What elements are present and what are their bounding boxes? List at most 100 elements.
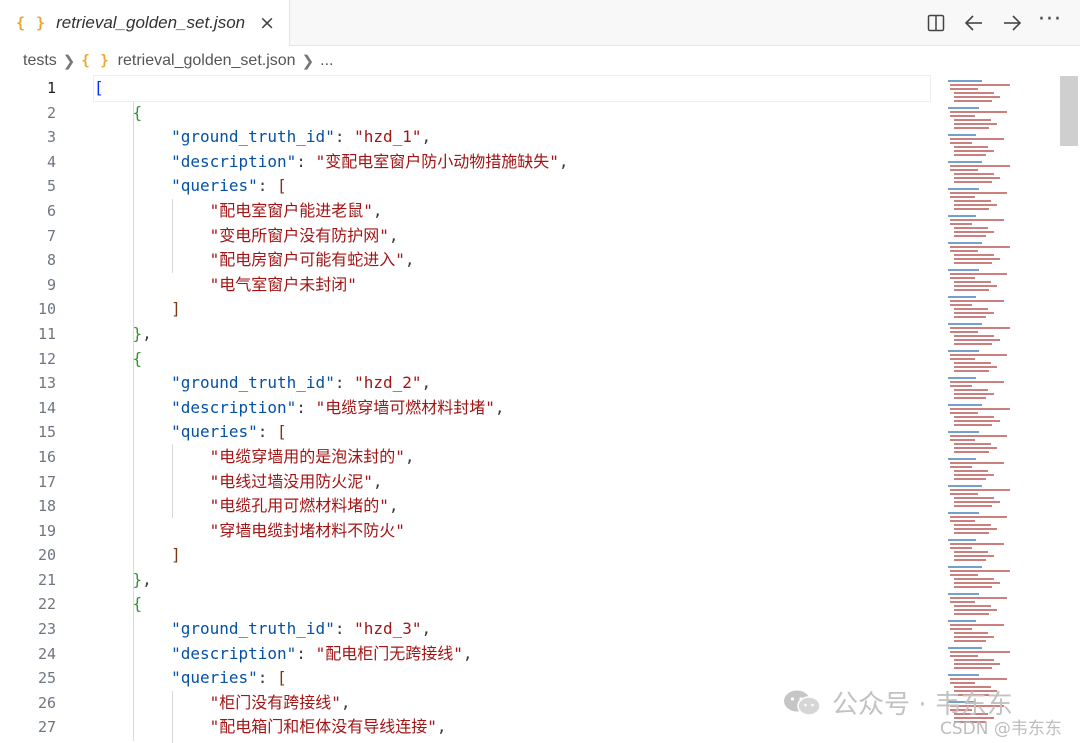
minimap-line [948, 323, 982, 325]
minimap-line [954, 208, 989, 210]
code-line[interactable]: "配电房窗户可能有蛇进入", [94, 248, 930, 273]
code-line[interactable]: ] [94, 297, 930, 322]
minimap-line [954, 150, 994, 152]
breadcrumb-folder[interactable]: tests [23, 52, 57, 70]
code-line[interactable]: ] [94, 543, 930, 568]
minimap-line [950, 169, 978, 171]
line-number: 14 [37, 398, 56, 417]
minimap-line [948, 134, 976, 136]
minimap-line [954, 177, 1000, 179]
tab-title[interactable]: retrieval_golden_set.json [56, 13, 245, 33]
minimap-line [948, 161, 982, 163]
code-token: "description" [171, 643, 297, 663]
code-line[interactable]: "电气室窗户未封闭" [94, 273, 930, 298]
editor-tab[interactable]: { } retrieval_golden_set.json × [0, 0, 290, 46]
minimap-line [950, 88, 978, 90]
code-area[interactable]: [ { "ground_truth_id": "hzd_1", "descrip… [93, 75, 931, 740]
code-line[interactable]: "变电所窗户没有防护网", [94, 224, 930, 249]
code-line[interactable]: "description": "配电柜门无跨接线", [94, 642, 930, 667]
minimap-line [954, 154, 986, 156]
minimap-line [950, 651, 1010, 653]
minimap-line [950, 597, 1007, 599]
line-number: 12 [37, 349, 56, 368]
code-token: [ [94, 78, 104, 97]
code-line[interactable]: "queries": [ [94, 174, 930, 199]
minimap-line [954, 528, 997, 530]
minimap-line [954, 258, 1000, 260]
watermark-secondary: CSDN @韦东东 [940, 719, 1062, 739]
code-token: "电缆孔用可燃材料堵的" [209, 496, 389, 516]
code-line[interactable]: "电缆穿墙用的是泡沫封的", [94, 445, 930, 470]
code-token: : [257, 422, 278, 442]
code-line[interactable]: "电线过墙没用防火泥", [94, 470, 930, 495]
code-line[interactable]: "ground_truth_id": "hzd_1", [94, 125, 930, 150]
minimap-line [950, 547, 972, 549]
code-line[interactable]: "ground_truth_id": "hzd_2", [94, 371, 930, 396]
minimap-line [954, 451, 989, 453]
vertical-scrollbar[interactable] [1060, 76, 1078, 743]
code-line[interactable]: "穿墙电缆封堵材料不防火" [94, 519, 930, 544]
code-token: "配电柜门无跨接线" [315, 643, 463, 663]
more-actions-icon[interactable]: ··· [1038, 8, 1062, 38]
minimap-line [954, 339, 1000, 341]
code-editor[interactable]: 1 2 3 4 5 6 7 8 9 10 11 12 13 14 15 16 17 18 19 20 21 22 23 24 2… [0, 75, 1080, 743]
minimap-line [954, 559, 986, 561]
minimap-line [954, 632, 988, 634]
split-editor-icon[interactable] [924, 11, 948, 35]
minimap-line [954, 316, 986, 318]
minimap-line [954, 447, 997, 449]
navigate-back-icon[interactable] [962, 11, 986, 35]
code-line[interactable]: "description": "电缆穿墙可燃材料封堵", [94, 396, 930, 421]
code-token: : [257, 176, 278, 196]
line-number-gutter: 1 2 3 4 5 6 7 8 9 10 11 12 13 14 15 16 17 18 19 20 21 22 23 24 2… [0, 76, 70, 740]
code-line[interactable]: "queries": [ [94, 420, 930, 445]
code-token: , [388, 225, 399, 245]
tab-bar: { } retrieval_golden_set.json × ··· [0, 0, 1080, 46]
code-line[interactable]: "配电室窗户能进老鼠", [94, 199, 930, 224]
line-number: 21 [37, 570, 56, 589]
minimap-block [944, 404, 1014, 428]
minimap-line [954, 470, 988, 472]
navigate-forward-icon[interactable] [1000, 11, 1024, 35]
code-line[interactable]: [ [93, 75, 931, 102]
minimap-line [954, 501, 1000, 503]
code-token: "hzd_1" [354, 127, 422, 147]
minimap-line [950, 628, 972, 630]
minimap-line [948, 215, 976, 217]
code-token: "配电箱门和柜体没有导线连接" [209, 717, 437, 737]
minimap-line [950, 408, 1010, 410]
minimap-line [948, 188, 979, 190]
line-number: 20 [37, 546, 56, 565]
minimap[interactable] [938, 76, 1046, 743]
breadcrumb-file[interactable]: retrieval_golden_set.json [118, 52, 296, 70]
breadcrumb: tests ❯ { } retrieval_golden_set.json ❯ … [0, 46, 1080, 76]
code-line[interactable]: }, [94, 322, 930, 347]
code-line[interactable]: "电缆孔用可燃材料堵的", [94, 494, 930, 519]
minimap-line [954, 478, 986, 480]
code-line[interactable]: "ground_truth_id": "hzd_3", [94, 617, 930, 642]
line-number: 17 [37, 472, 56, 491]
code-line[interactable]: "description": "变配电室窗户防小动物措施缺失", [94, 150, 930, 175]
code-line[interactable]: { [94, 592, 930, 617]
code-line[interactable]: { [94, 101, 930, 126]
minimap-line [954, 119, 991, 121]
code-line[interactable]: { [94, 347, 930, 372]
minimap-line [954, 96, 1000, 98]
code-token: , [372, 471, 383, 491]
line-number: 5 [46, 177, 56, 196]
minimap-line [948, 80, 982, 82]
code-line[interactable]: }, [94, 568, 930, 593]
breadcrumb-symbol[interactable]: ... [320, 52, 333, 70]
close-icon[interactable]: × [259, 12, 275, 34]
scrollbar-thumb[interactable] [1060, 76, 1078, 146]
minimap-line [954, 397, 986, 399]
